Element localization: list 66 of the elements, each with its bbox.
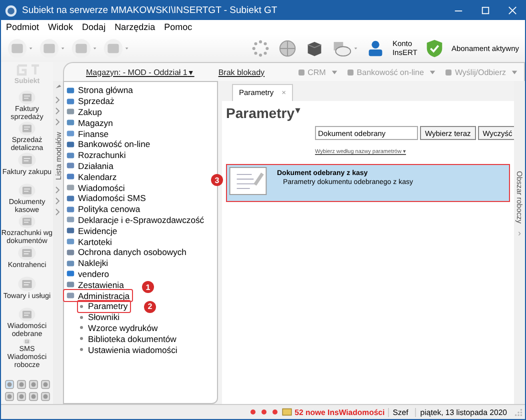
chevron-icon[interactable] [55,96,61,126]
module-item[interactable]: Polityka cenowa [78,204,140,214]
module-item[interactable]: Zestawienia [78,280,124,290]
document-icon[interactable] [16,276,38,292]
callout-badge: 1 [142,281,154,294]
module-item[interactable]: Magazyn [78,118,113,128]
module-item[interactable]: Kartoteki [78,236,112,247]
menu-item[interactable]: Pomoc [164,22,192,32]
resize-grip-icon[interactable] [514,408,523,416]
module-icon[interactable] [40,380,50,389]
module-icon[interactable] [28,392,38,401]
pin-icon[interactable] [54,83,62,90]
callout-badge: 3 [211,174,223,186]
module-icon[interactable] [4,380,14,389]
close-icon[interactable] [508,6,517,15]
submodule-item[interactable]: Ustawienia wiadomości [78,344,180,355]
module-item[interactable]: Bankowość on-line [78,139,150,150]
maximize-icon[interactable] [481,6,490,15]
status-dot-icon [270,408,279,416]
module-item[interactable]: Ochrona danych osobowych [78,247,186,258]
chevron-icon[interactable] [55,186,61,216]
status-dot-icon [248,408,257,416]
menu-item[interactable]: Widok [48,22,74,32]
document-icon[interactable] [16,152,38,168]
spinner-icon[interactable] [250,38,272,58]
module-icon[interactable] [16,392,26,401]
module-item[interactable]: Wiadomości SMS [78,193,146,204]
envelope-icon [282,408,292,416]
document-icon[interactable] [16,90,38,105]
module-item[interactable]: Zakup [78,106,102,117]
menu-item[interactable]: Narzędzia [114,22,156,32]
module-icon[interactable] [4,392,14,401]
document-icon[interactable] [16,183,38,198]
module-item[interactable]: Kalendarz [78,172,117,182]
module-item[interactable]: Działania [78,160,114,171]
document-icon[interactable] [16,121,38,136]
module-icon[interactable] [16,380,26,389]
status-dot-icon [260,408,268,416]
module-item[interactable]: Wiadomości [78,182,125,193]
document-icon[interactable] [16,307,38,322]
callout-badge: 2 [144,300,156,313]
submodule-item[interactable]: Słowniki [78,312,122,322]
document-icon [229,167,267,195]
module-item[interactable]: vendero [78,268,110,279]
document-icon[interactable] [16,245,38,261]
module-icon[interactable] [28,380,38,389]
document-icon[interactable] [16,214,38,229]
module-icon[interactable] [40,392,50,401]
module-item[interactable]: Deklaracje i e-Sprawozdawczość [78,214,204,225]
menu-item[interactable]: Podmiot [6,22,40,32]
menu-item[interactable]: Dodaj [82,22,106,32]
module-item[interactable]: Rozrachunki [78,150,126,160]
module-item[interactable]: Administracja [78,290,130,301]
module-item[interactable]: Strona główna [78,85,133,96]
module-item[interactable]: Ewidencje [78,226,118,236]
window-title: Subiekt na serwerze MMAKOWSKI\INSERTGT - Subiekt GT [22,5,278,16]
module-item[interactable]: Sprzedaż [78,96,114,106]
module-item[interactable]: Finanse [78,128,109,139]
page-heading[interactable]: Parametry▾ [226,105,300,121]
module-item[interactable]: Naklejki [78,258,108,268]
submodule-item[interactable]: Wzorce wydruków [78,322,160,334]
lock-status-link[interactable]: Brak blokady [218,68,265,76]
submodule-item[interactable]: Parametry [78,301,130,312]
app-icon [5,4,17,16]
globe-icon[interactable] [277,38,298,58]
submodule-item[interactable]: Biblioteka dokumentów [78,333,178,344]
